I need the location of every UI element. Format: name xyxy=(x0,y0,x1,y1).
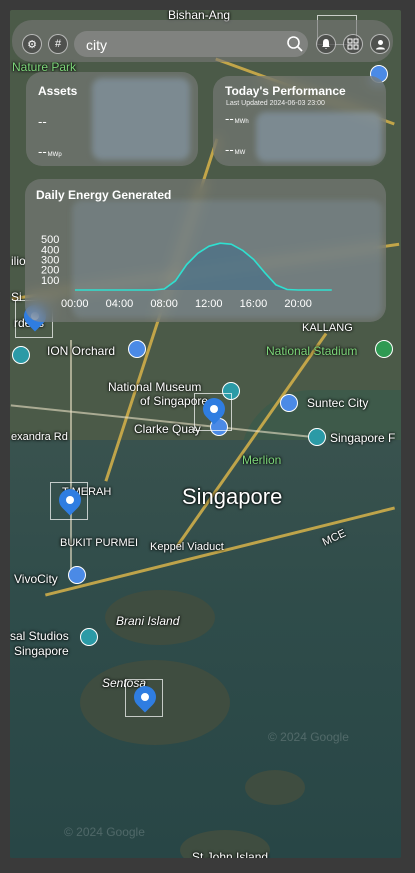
hashtag-button[interactable]: # xyxy=(48,34,68,54)
map-label: exandra Rd xyxy=(11,431,68,443)
bell-icon xyxy=(322,39,330,49)
map-island xyxy=(245,770,305,805)
x-tick-label: 00:00 xyxy=(61,298,89,310)
camera-icon[interactable] xyxy=(12,346,30,364)
map-label-city: Singapore xyxy=(182,484,283,509)
blurred-region xyxy=(256,112,382,162)
x-tick-label: 08:00 xyxy=(150,298,178,310)
settings-button[interactable]: ⚙ xyxy=(22,34,42,54)
site-marker[interactable] xyxy=(194,393,232,431)
location-pin-icon xyxy=(129,681,161,713)
map-label: sal Studios xyxy=(10,629,69,643)
gear-icon: ⚙ xyxy=(27,38,37,51)
park-icon[interactable] xyxy=(375,340,393,358)
location-pin-icon xyxy=(198,393,230,425)
hashtag-icon: # xyxy=(54,38,62,50)
location-pin-icon xyxy=(54,484,86,516)
assets-title: Assets xyxy=(38,84,78,98)
last-updated: Last Updated 2024-06-03 23:00 xyxy=(226,100,325,107)
search-bar[interactable] xyxy=(74,31,308,57)
search-icon[interactable] xyxy=(286,35,304,53)
shopping-icon[interactable] xyxy=(128,340,146,358)
y-tick-label: 100 xyxy=(41,275,59,287)
shopping-icon[interactable] xyxy=(68,566,86,584)
apps-button[interactable] xyxy=(343,34,363,54)
camera-icon[interactable] xyxy=(308,428,326,446)
map-label: KALLANG xyxy=(302,322,353,334)
grid-icon xyxy=(347,38,359,50)
attraction-icon[interactable] xyxy=(80,628,98,646)
energy-chart: 50040030020010000:00 04:00 08:00 12:00 16:00… xyxy=(41,234,332,310)
map-watermark: © 2024 Google xyxy=(268,730,349,744)
map-label: ION Orchard xyxy=(47,344,116,358)
map-label: National Museum xyxy=(108,380,202,394)
search-input[interactable] xyxy=(84,34,283,56)
notifications-button[interactable] xyxy=(316,34,336,54)
map-label: Brani Island xyxy=(116,614,180,628)
site-marker[interactable] xyxy=(125,679,163,717)
map-label: VivoCity xyxy=(14,572,58,586)
assets-capacity: --MWp xyxy=(38,144,62,159)
user-icon xyxy=(375,39,385,49)
x-tick-label: 12:00 xyxy=(195,298,223,310)
site-marker[interactable] xyxy=(50,482,88,520)
map-label: Singapore xyxy=(14,644,69,658)
profile-button[interactable] xyxy=(370,34,390,54)
x-tick-label: 04:00 xyxy=(106,298,134,310)
performance-title: Today's Performance xyxy=(225,84,346,98)
x-tick-label: 20:00 xyxy=(284,298,312,310)
map-watermark: © 2024 Google xyxy=(64,825,145,839)
map-label: National Stadium xyxy=(266,344,358,358)
map-label: Suntec City xyxy=(307,396,369,410)
map-label: Clarke Quay xyxy=(134,422,201,436)
assets-value: -- xyxy=(38,114,47,129)
map-label: ilio xyxy=(11,254,26,268)
map-label: Merlion xyxy=(242,453,282,467)
map-label: Singapore F xyxy=(330,431,396,445)
map-label: St John Island xyxy=(192,850,269,858)
power-value: --MW xyxy=(225,142,246,157)
blurred-region xyxy=(92,78,190,160)
map-label: BUKIT PURMEI xyxy=(60,537,139,549)
x-tick-label: 16:00 xyxy=(240,298,268,310)
shopping-icon[interactable] xyxy=(280,394,298,412)
map-label: Keppel Viaduct xyxy=(150,541,224,553)
energy-value: --MWh xyxy=(225,111,249,126)
